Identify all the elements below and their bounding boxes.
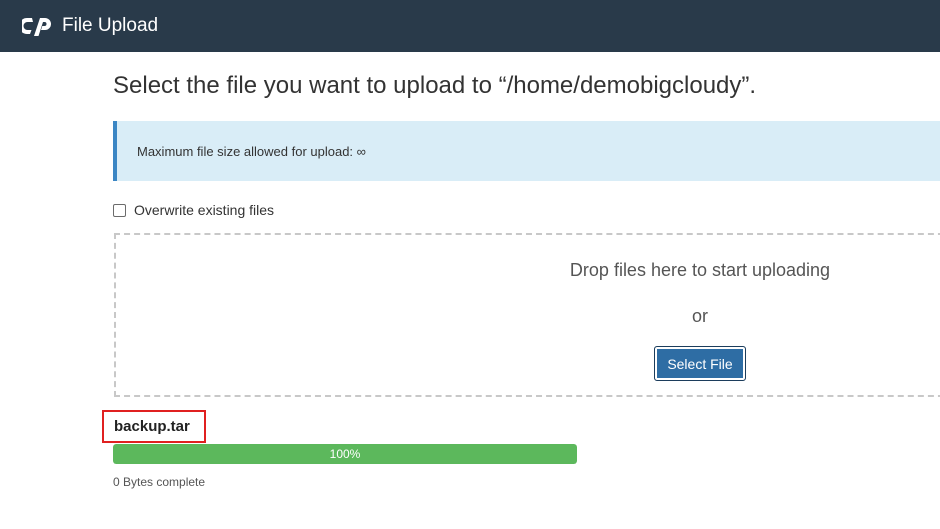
max-size-alert: Maximum file size allowed for upload: ∞ <box>113 121 940 181</box>
overwrite-option[interactable]: Overwrite existing files <box>113 202 274 218</box>
alert-text: Maximum file size allowed for upload: ∞ <box>137 143 366 159</box>
upload-progress-fill: 100% <box>113 444 577 464</box>
cpanel-logo-icon[interactable] <box>22 13 52 39</box>
dropzone-prompt: Drop files here to start uploading <box>569 260 831 280</box>
uploaded-filename: backup.tar <box>102 410 206 443</box>
upload-progress-bar: 100% <box>113 444 577 464</box>
progress-percent-label: 100% <box>329 447 361 461</box>
overwrite-label: Overwrite existing files <box>134 202 275 218</box>
overwrite-checkbox[interactable] <box>113 203 126 217</box>
app-title: File Upload <box>62 15 159 36</box>
select-file-button[interactable]: Select File <box>654 346 746 381</box>
upload-status-text: 0 Bytes complete <box>113 475 206 489</box>
page-title: Select the file you want to upload to “/… <box>113 72 757 99</box>
top-header-bar: File Upload <box>0 0 940 52</box>
dropzone-or-text: or <box>691 306 708 326</box>
